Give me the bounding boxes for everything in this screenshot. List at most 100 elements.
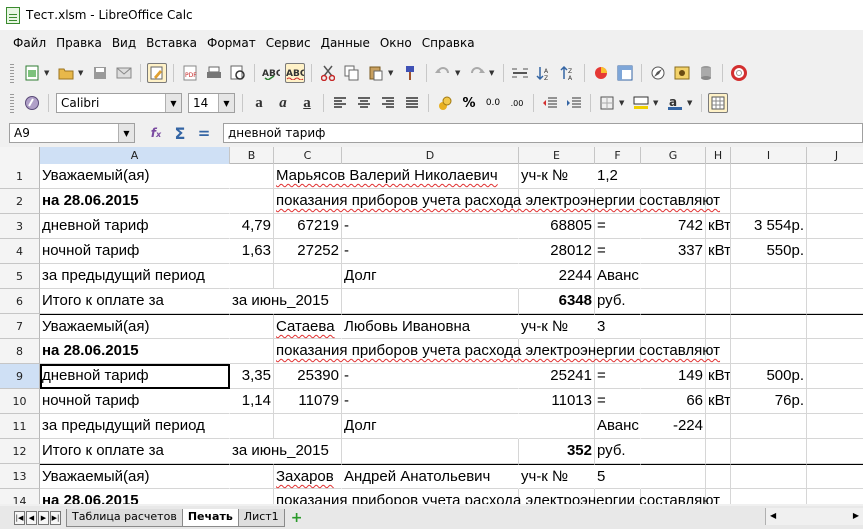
cell-d13[interactable]: Андрей Анатольевич [342, 464, 519, 489]
cell-j3[interactable] [807, 214, 863, 239]
chevron-down-icon[interactable]: ▼ [165, 94, 181, 112]
autospellcheck-icon[interactable]: ABC [285, 63, 305, 83]
cell-a11[interactable]: за предыдущий период [40, 414, 230, 439]
menu-view[interactable]: Вид [107, 33, 141, 55]
cell-f9[interactable]: = [595, 364, 641, 389]
cell-g4[interactable]: 337 [641, 239, 706, 264]
cell-i1[interactable] [731, 164, 807, 189]
underline-icon[interactable]: a [297, 93, 317, 113]
column-header-f[interactable]: F [595, 147, 641, 164]
menu-file[interactable]: Файл [8, 33, 51, 55]
toggle-grid-icon[interactable] [708, 93, 728, 113]
cell-b13[interactable] [230, 464, 274, 489]
row-header[interactable]: 4 [0, 239, 40, 264]
name-box[interactable]: A9 ▼ [9, 123, 135, 143]
column-header-a[interactable]: A [40, 147, 230, 164]
cell-b2[interactable] [230, 189, 274, 214]
cell-i7[interactable] [731, 314, 807, 339]
cell-j5[interactable] [807, 264, 863, 289]
data-sources-icon[interactable] [696, 63, 716, 83]
cell-i4[interactable]: 550р. [731, 239, 807, 264]
cell-e12[interactable]: 352 [519, 439, 595, 464]
sort-descending-icon[interactable]: ZA [558, 63, 578, 83]
cell-g13[interactable] [641, 464, 706, 489]
cell-c1[interactable]: Марьясов Валерий Николаевич [274, 164, 498, 189]
background-color-icon[interactable] [631, 93, 651, 113]
cell-h10[interactable]: кВт [706, 389, 731, 414]
print-icon[interactable] [204, 63, 224, 83]
cell-d11[interactable]: Долг [342, 414, 519, 439]
undo-dropdown-icon[interactable]: ▼ [455, 69, 463, 77]
cell-a10[interactable]: ночной тариф [40, 389, 230, 414]
cell-d10[interactable]: - [342, 389, 519, 414]
toolbar-grip[interactable] [10, 63, 14, 83]
cell-f11[interactable]: Аванс [595, 414, 641, 439]
cell-f7[interactable]: 3 [595, 314, 641, 339]
spreadsheet-grid[interactable]: ABCDEFGHIJ 1 Уважаемый(ая) Марьясов Валери… [0, 147, 863, 504]
function-wizard-icon[interactable]: fx [146, 123, 166, 143]
cell-g5[interactable] [641, 264, 706, 289]
cell-h9[interactable]: кВт [706, 364, 731, 389]
paste-icon[interactable] [366, 63, 386, 83]
cell-j14[interactable] [807, 489, 863, 504]
cell-j9[interactable] [807, 364, 863, 389]
chevron-down-icon[interactable]: ▼ [118, 124, 134, 142]
column-header-j[interactable]: J [807, 147, 863, 164]
add-sheet-icon[interactable]: + [288, 510, 306, 526]
cell-b14[interactable] [230, 489, 274, 504]
row-header[interactable]: 5 [0, 264, 40, 289]
column-header-h[interactable]: H [706, 147, 731, 164]
cell-j12[interactable] [807, 439, 863, 464]
paste-dropdown-icon[interactable]: ▼ [388, 69, 396, 77]
borders-icon[interactable] [597, 93, 617, 113]
toolbar-grip[interactable] [10, 93, 14, 113]
cell-a1[interactable]: Уважаемый(ая) [40, 164, 230, 189]
row-header[interactable]: 12 [0, 439, 40, 464]
row-header[interactable]: 14 [0, 489, 40, 504]
cell-e5[interactable]: 2244 [519, 264, 595, 289]
horizontal-scrollbar[interactable]: ◀ ▶ [765, 508, 863, 525]
cell-h4[interactable]: кВт [706, 239, 731, 264]
font-color-icon[interactable]: a [665, 93, 685, 113]
cell-h12[interactable] [706, 439, 731, 464]
background-dropdown-icon[interactable]: ▼ [653, 99, 661, 107]
cut-icon[interactable] [318, 63, 338, 83]
borders-dropdown-icon[interactable]: ▼ [619, 99, 627, 107]
cell-a8[interactable]: на 28.06.2015 [40, 339, 230, 364]
cell-e13[interactable]: уч-к № [519, 464, 595, 489]
cell-h6[interactable] [706, 289, 731, 314]
row-header[interactable]: 2 [0, 189, 40, 214]
cell-f10[interactable]: = [595, 389, 641, 414]
cell-h7[interactable] [706, 314, 731, 339]
cell-i8[interactable] [731, 339, 807, 364]
cell-b1[interactable] [230, 164, 274, 189]
sheet-tab-print[interactable]: Печать [181, 508, 239, 527]
cell-j13[interactable] [807, 464, 863, 489]
cell-c3[interactable]: 67219 [274, 214, 342, 239]
open-folder-icon[interactable] [56, 63, 76, 83]
cell-b11[interactable] [230, 414, 274, 439]
cell-b8[interactable] [230, 339, 274, 364]
cell-b3[interactable]: 4,79 [230, 214, 274, 239]
open-dropdown-icon[interactable]: ▼ [78, 69, 86, 77]
cell-a14[interactable]: на 28.06.2015 [40, 489, 230, 504]
sort-ascending-icon[interactable]: AZ [534, 63, 554, 83]
sum-icon[interactable]: Σ [170, 123, 190, 143]
row-header[interactable]: 7 [0, 314, 40, 339]
row-header[interactable]: 3 [0, 214, 40, 239]
cell-i2[interactable] [731, 189, 807, 214]
formula-icon[interactable]: = [194, 123, 214, 143]
row-header[interactable]: 1 [0, 164, 40, 189]
spellcheck-icon[interactable]: ABC [261, 63, 281, 83]
menu-window[interactable]: Окно [375, 33, 417, 55]
cell-g12[interactable] [641, 439, 706, 464]
cell-a6[interactable]: Итого к оплате за [40, 289, 230, 314]
justify-icon[interactable] [402, 93, 422, 113]
row-header[interactable]: 13 [0, 464, 40, 489]
cell-a5[interactable]: за предыдущий период [40, 264, 230, 289]
cell-i12[interactable] [731, 439, 807, 464]
cell-i10[interactable]: 76р. [731, 389, 807, 414]
currency-format-icon[interactable] [435, 93, 455, 113]
navigator-icon[interactable] [648, 63, 668, 83]
row-header[interactable]: 8 [0, 339, 40, 364]
